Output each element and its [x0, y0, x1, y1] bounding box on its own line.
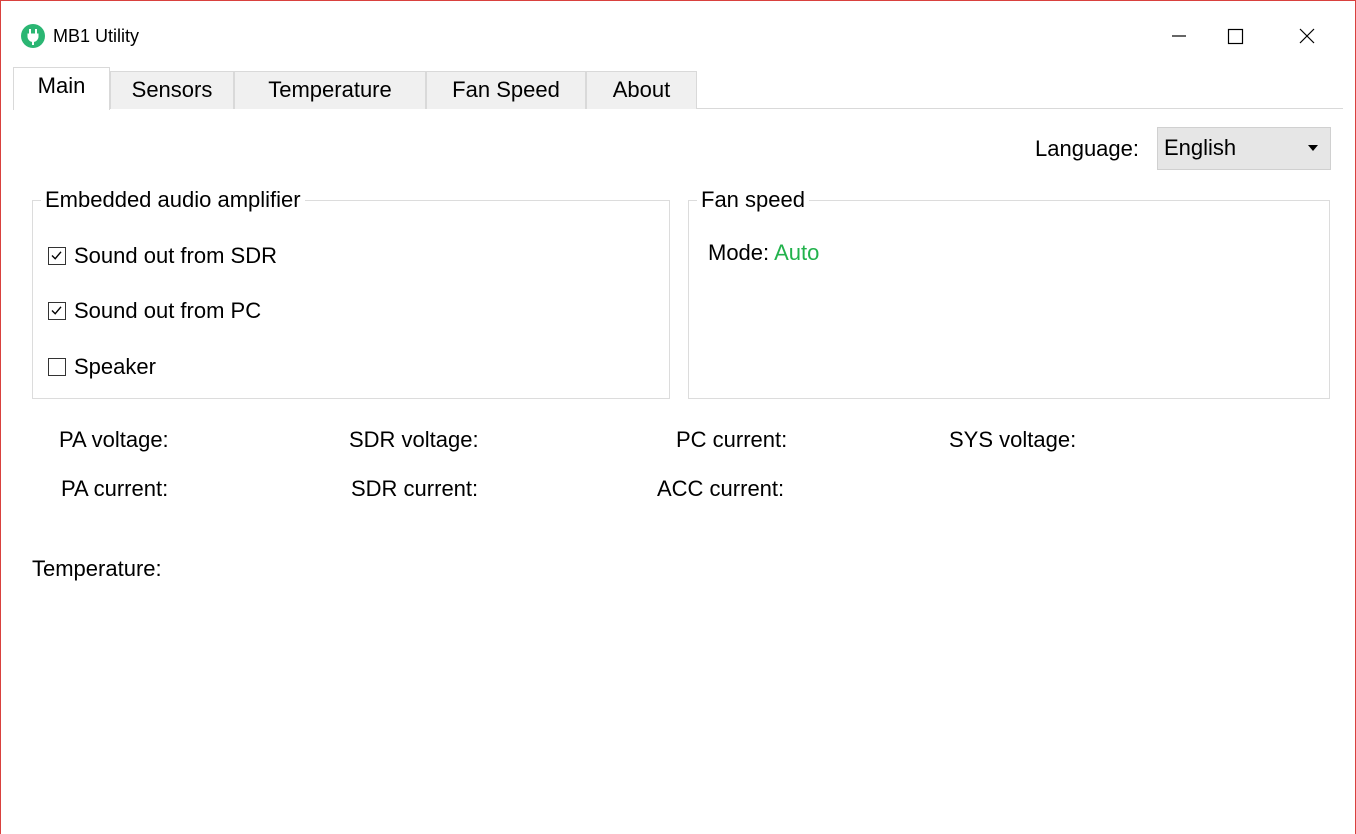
- minimize-button[interactable]: [1147, 13, 1211, 59]
- fan-mode-value: Auto: [774, 240, 820, 265]
- checkbox-checked-icon: [48, 247, 66, 265]
- close-button[interactable]: [1275, 13, 1339, 59]
- speaker-checkbox[interactable]: Speaker: [48, 353, 156, 381]
- sys-voltage-label: SYS voltage:: [949, 427, 1077, 452]
- fan-speed-group: Fan speed Mode: Auto: [688, 185, 1330, 399]
- fan-mode-label: Mode:: [708, 240, 770, 265]
- acc-current-label: ACC current:: [657, 476, 785, 501]
- tab-about[interactable]: About: [586, 71, 697, 109]
- close-icon: [1299, 28, 1315, 44]
- pa-current-label: PA current:: [61, 476, 169, 501]
- audio-amplifier-group-title: Embedded audio amplifier: [41, 185, 305, 215]
- sdr-current-label: SDR current:: [351, 476, 479, 501]
- window-title: MB1 Utility: [53, 26, 140, 46]
- language-selected-value: English: [1164, 135, 1237, 160]
- maximize-icon: [1227, 28, 1244, 45]
- tab-fan-speed[interactable]: Fan Speed: [426, 71, 586, 109]
- minimize-icon: [1172, 35, 1186, 37]
- chevron-down-icon: [1308, 145, 1318, 151]
- app-window: MB1 Utility Main Sensors Temperature Fan…: [0, 0, 1356, 834]
- sound-pc-label: Sound out from PC: [74, 298, 262, 323]
- checkbox-checked-icon: [48, 302, 66, 320]
- language-label: Language:: [1035, 136, 1139, 161]
- plug-icon: [21, 24, 45, 48]
- temperature-label: Temperature:: [32, 556, 162, 581]
- sound-sdr-checkbox[interactable]: Sound out from SDR: [48, 242, 277, 270]
- sound-pc-checkbox[interactable]: Sound out from PC: [48, 297, 261, 325]
- maximize-button[interactable]: [1203, 13, 1267, 59]
- title-bar[interactable]: MB1 Utility: [1, 1, 1355, 63]
- sdr-voltage-label: SDR voltage:: [349, 427, 479, 452]
- tab-temperature[interactable]: Temperature: [234, 71, 426, 109]
- fan-mode: Mode: Auto: [708, 239, 819, 267]
- tab-sensors[interactable]: Sensors: [110, 71, 234, 109]
- fan-speed-group-title: Fan speed: [697, 185, 809, 215]
- sound-sdr-label: Sound out from SDR: [74, 243, 277, 268]
- checkbox-unchecked-icon: [48, 358, 66, 376]
- language-select[interactable]: English: [1157, 127, 1331, 170]
- tab-strip: Main Sensors Temperature Fan Speed About: [13, 67, 1343, 110]
- pa-voltage-label: PA voltage:: [59, 427, 169, 452]
- tab-main[interactable]: Main: [13, 67, 110, 110]
- audio-amplifier-group: Embedded audio amplifier Sound out from …: [32, 185, 670, 399]
- pc-current-label: PC current:: [676, 427, 788, 452]
- speaker-label: Speaker: [74, 354, 156, 379]
